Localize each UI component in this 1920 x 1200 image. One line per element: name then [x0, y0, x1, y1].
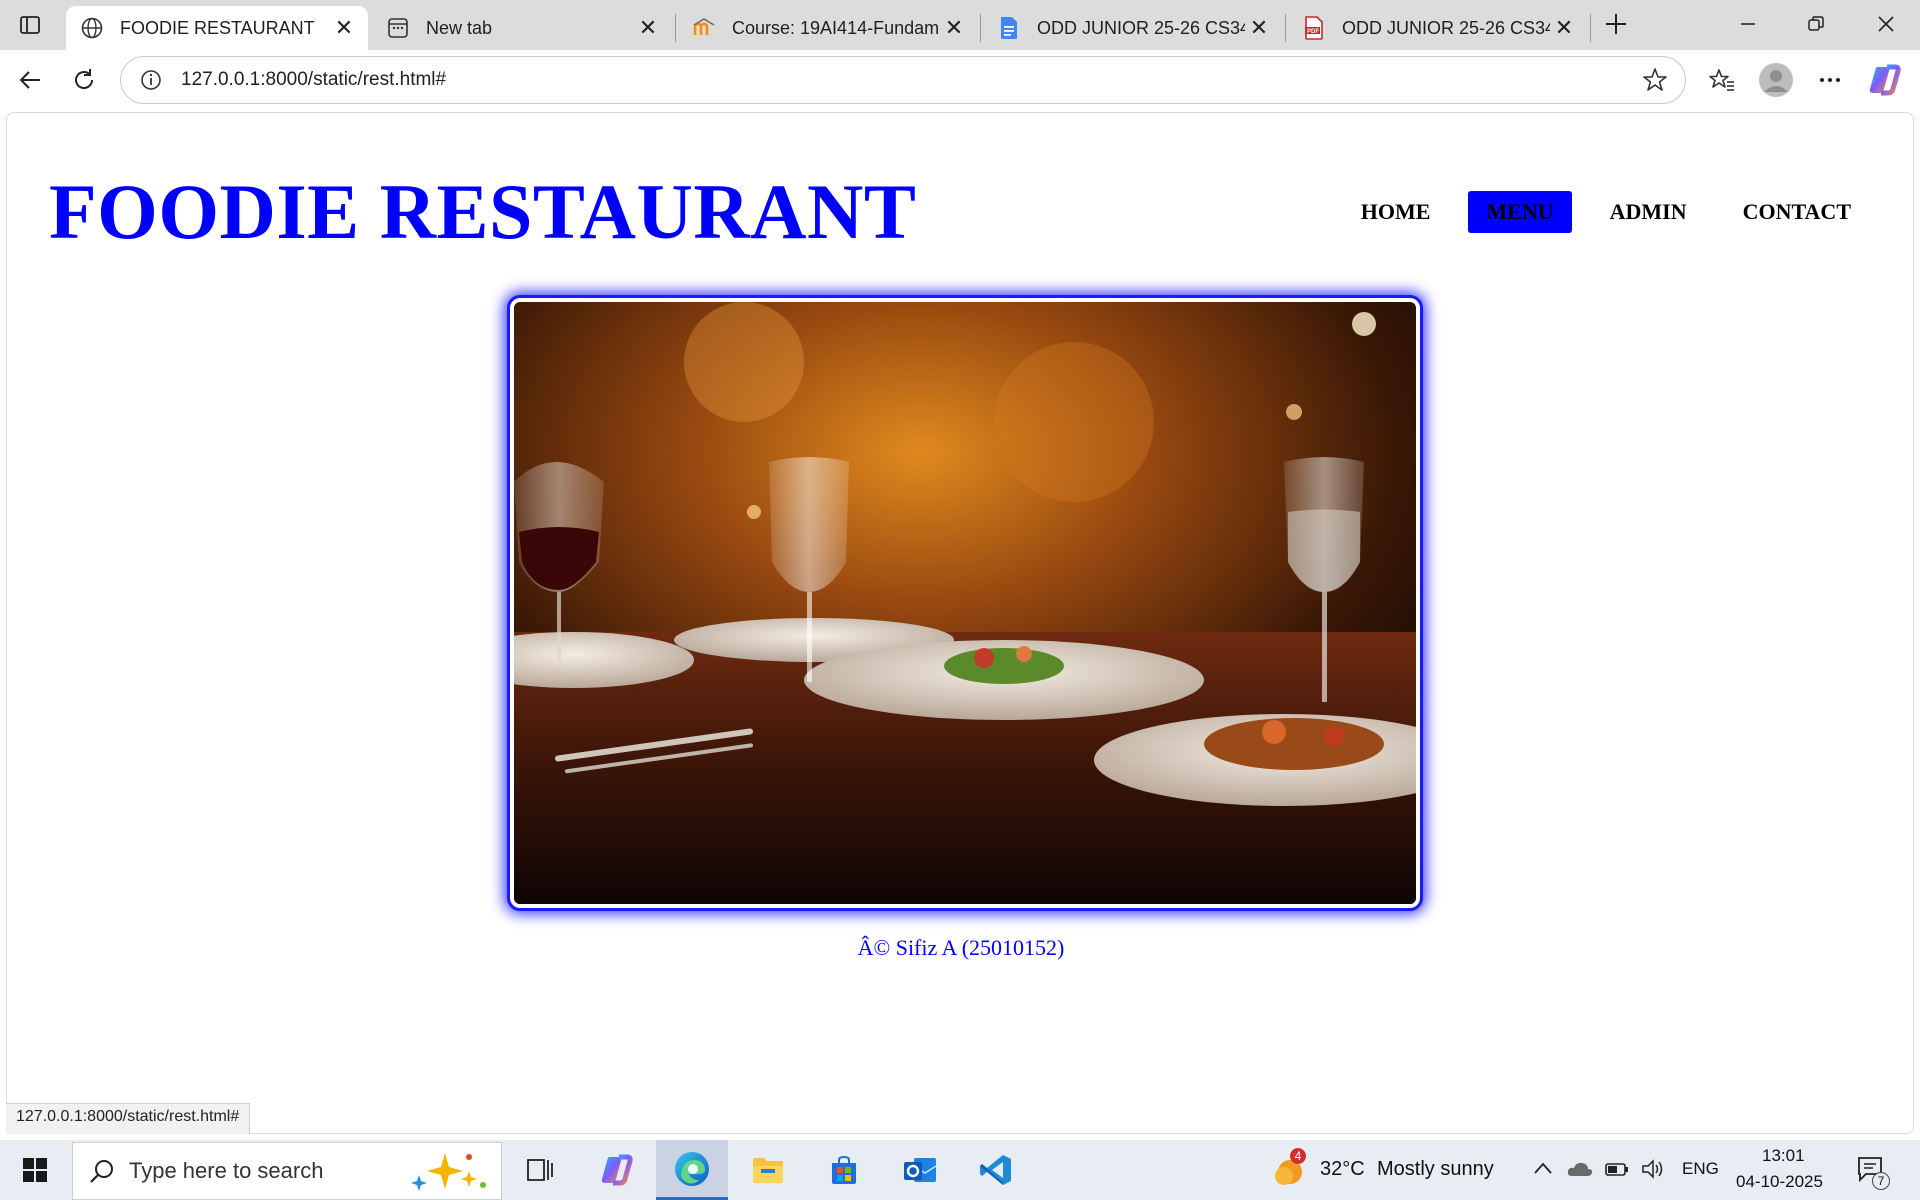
address-bar[interactable]: 127.0.0.1:8000/static/rest.html# — [120, 56, 1686, 104]
tab-foodie-restaurant[interactable]: FOODIE RESTAURANT ✕ — [66, 6, 368, 50]
svg-text:PDF: PDF — [1307, 29, 1319, 35]
weather-icon[interactable]: 4 — [1272, 1148, 1308, 1188]
footer-copyright: Â© Sifiz A (25010152) — [857, 935, 1065, 960]
edge-icon — [675, 1151, 709, 1186]
copilot-icon — [601, 1154, 633, 1186]
windows-logo-icon — [23, 1158, 47, 1182]
tab-docs[interactable]: ODD JUNIOR 25-26 CS341 ✕ — [983, 6, 1283, 50]
start-button[interactable] — [0, 1140, 70, 1200]
back-arrow-icon — [19, 71, 40, 89]
address-url[interactable]: 127.0.0.1:8000/static/rest.html# — [181, 69, 1637, 91]
moodle-icon — [692, 16, 716, 40]
close-tab-icon[interactable]: ✕ — [634, 14, 662, 42]
volume-icon[interactable] — [1640, 1158, 1666, 1185]
close-tab-icon[interactable]: ✕ — [1245, 14, 1273, 42]
tab-actions-icon — [20, 16, 40, 34]
task-view-icon — [527, 1159, 553, 1181]
onedrive-icon[interactable] — [1566, 1158, 1594, 1185]
site-nav: HOME MENU ADMIN CONTACT — [1343, 191, 1869, 233]
site-title: FOODIE RESTAURANT — [49, 168, 917, 255]
browser-toolbar: 127.0.0.1:8000/static/rest.html# — [0, 50, 1920, 112]
tab-title: Course: 19AI414-Fundamen — [732, 17, 940, 38]
tab-new-tab[interactable]: New tab ✕ — [372, 6, 672, 50]
notification-count: 7 — [1872, 1172, 1890, 1190]
avatar — [1759, 63, 1793, 97]
tab-title: ODD JUNIOR 25-26 CS341 — [1342, 17, 1550, 38]
notifications-button[interactable]: 7 — [1856, 1154, 1890, 1190]
nav-menu-link[interactable]: MENU — [1468, 191, 1572, 233]
language-indicator[interactable]: ENG — [1682, 1159, 1719, 1179]
file-explorer-button[interactable] — [732, 1140, 804, 1200]
weather-text: Mostly sunny — [1377, 1158, 1494, 1180]
copilot-taskbar-button[interactable] — [580, 1140, 652, 1200]
globe-icon — [80, 16, 104, 40]
vscode-icon — [980, 1155, 1011, 1185]
settings-more-button[interactable] — [1808, 60, 1852, 100]
search-highlight-icon — [411, 1153, 486, 1191]
restore-icon — [1808, 16, 1824, 31]
close-window-button[interactable] — [1852, 0, 1920, 48]
show-hidden-icons-button[interactable] — [1532, 1158, 1554, 1185]
page-viewport: FOODIE RESTAURANT HOME MENU ADMIN CONTAC… — [6, 112, 1914, 1134]
close-icon — [1878, 16, 1894, 32]
tab-strip: FOODIE RESTAURANT ✕ New tab ✕ Course: 19… — [0, 0, 1920, 50]
task-view-button[interactable] — [504, 1140, 576, 1200]
store-button[interactable] — [808, 1140, 880, 1200]
close-tab-icon[interactable]: ✕ — [940, 14, 968, 42]
tab-separator — [1590, 14, 1591, 42]
new-tab-button[interactable] — [1598, 6, 1634, 42]
vscode-button[interactable] — [960, 1140, 1032, 1200]
nav-admin-link[interactable]: ADMIN — [1592, 191, 1705, 233]
folder-icon — [753, 1158, 783, 1183]
profile-button[interactable] — [1754, 60, 1798, 100]
clock-date[interactable]: 04-10-2025 — [1736, 1172, 1823, 1192]
close-tab-icon[interactable]: ✕ — [330, 14, 358, 42]
tab-title: New tab — [426, 17, 493, 38]
temperature-text: 32°C — [1320, 1158, 1365, 1180]
weather-badge: 4 — [1290, 1148, 1306, 1164]
copilot-button[interactable] — [1862, 60, 1906, 100]
newtab-icon — [386, 16, 410, 40]
taskbar-search[interactable]: Type here to search — [72, 1142, 502, 1200]
tab-course[interactable]: Course: 19AI414-Fundamen ✕ — [678, 6, 978, 50]
more-icon — [1820, 78, 1840, 82]
restore-button[interactable] — [1782, 0, 1850, 48]
restaurant-hero-image — [507, 295, 1423, 911]
favorite-star-icon[interactable] — [1637, 62, 1673, 98]
outlook-icon — [904, 1158, 937, 1182]
nav-contact-link[interactable]: CONTACT — [1725, 191, 1869, 233]
search-icon — [90, 1160, 113, 1183]
refresh-button[interactable] — [64, 60, 104, 100]
search-placeholder: Type here to search — [129, 1158, 324, 1183]
battery-icon[interactable] — [1604, 1158, 1630, 1185]
close-tab-icon[interactable]: ✕ — [1550, 14, 1578, 42]
chevron-up-icon — [1534, 1162, 1552, 1174]
outlook-button[interactable] — [884, 1140, 956, 1200]
status-bar-url: 127.0.0.1:8000/static/rest.html# — [6, 1103, 251, 1134]
copilot-icon — [1869, 64, 1901, 96]
tab-title: ODD JUNIOR 25-26 CS341 — [1037, 17, 1245, 38]
minimize-icon — [1741, 23, 1755, 25]
favorites-icon — [1709, 69, 1734, 91]
back-button[interactable] — [10, 60, 50, 100]
refresh-icon — [75, 69, 93, 89]
windows-taskbar: Type here to search 4 32°C Mostly sunny … — [0, 1140, 1920, 1200]
site-info-icon[interactable] — [133, 62, 169, 98]
favorites-button[interactable] — [1700, 60, 1744, 100]
minimize-button[interactable] — [1714, 0, 1782, 48]
tab-actions-button[interactable] — [8, 6, 52, 44]
microsoft-store-icon — [832, 1155, 856, 1184]
plus-icon — [1606, 14, 1626, 34]
clock-time[interactable]: 13:01 — [1762, 1146, 1805, 1166]
tab-separator — [675, 14, 676, 42]
tab-separator — [980, 14, 981, 42]
tab-pdf[interactable]: PDF ODD JUNIOR 25-26 CS341 ✕ — [1288, 6, 1588, 50]
tab-title: FOODIE RESTAURANT — [120, 17, 315, 38]
nav-home-link[interactable]: HOME — [1343, 191, 1449, 233]
edge-taskbar-button[interactable] — [656, 1140, 728, 1200]
pdf-icon: PDF — [1302, 16, 1326, 40]
google-docs-icon — [997, 16, 1021, 40]
tab-separator — [1285, 14, 1286, 42]
